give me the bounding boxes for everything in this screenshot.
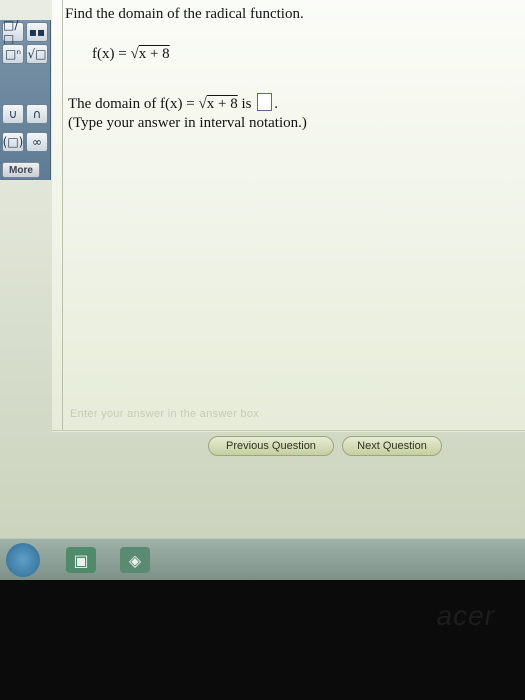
palette-mixed-button[interactable]: ▪▪ — [26, 22, 48, 42]
domain-prompt: The domain of f(x) = √x + 8 is . — [68, 93, 278, 113]
question-title: Find the domain of the radical function. — [65, 6, 304, 22]
panel-border — [62, 0, 63, 430]
start-orb-icon[interactable] — [6, 543, 40, 577]
footer-divider — [52, 430, 525, 431]
palette-interval-button[interactable]: (□) — [2, 132, 24, 152]
math-palette: □/□ ▪▪ □ⁿ √□ ∪ ∩ (□) ∞ More — [0, 18, 51, 180]
brand-logo: acer — [436, 600, 495, 631]
question-panel — [52, 0, 525, 432]
screen: □/□ ▪▪ □ⁿ √□ ∪ ∩ (□) ∞ More Find the dom… — [0, 0, 525, 580]
function-radicand: x + 8 — [138, 46, 170, 62]
palette-sqrt-button[interactable]: √□ — [26, 44, 48, 64]
previous-question-button[interactable]: Previous Question — [208, 436, 334, 456]
instruction-text: (Type your answer in interval notation.) — [68, 115, 307, 131]
palette-more-button[interactable]: More — [2, 162, 40, 178]
function-lhs: f(x) = √ — [92, 46, 139, 62]
domain-end: . — [274, 96, 278, 112]
domain-radicand: x + 8 — [206, 96, 238, 112]
app-icon[interactable]: ▣ — [66, 547, 96, 573]
palette-infinity-button[interactable]: ∞ — [26, 132, 48, 152]
function-expression: f(x) = √x + 8 — [92, 46, 170, 63]
answer-input-box[interactable] — [257, 93, 273, 111]
monitor-bezel — [0, 580, 525, 700]
app-icon[interactable]: ◈ — [120, 547, 150, 573]
taskbar: ▣ ◈ — [0, 538, 525, 580]
answer-hint: Enter your answer in the answer box — [70, 408, 260, 420]
palette-union-button[interactable]: ∪ — [2, 104, 24, 124]
domain-suffix: is — [237, 96, 252, 112]
next-question-button[interactable]: Next Question — [342, 436, 442, 456]
palette-intersection-button[interactable]: ∩ — [26, 104, 48, 124]
palette-fraction-button[interactable]: □/□ — [2, 18, 24, 46]
palette-exponent-button[interactable]: □ⁿ — [2, 44, 24, 64]
domain-prefix: The domain of f(x) = √ — [68, 96, 207, 112]
